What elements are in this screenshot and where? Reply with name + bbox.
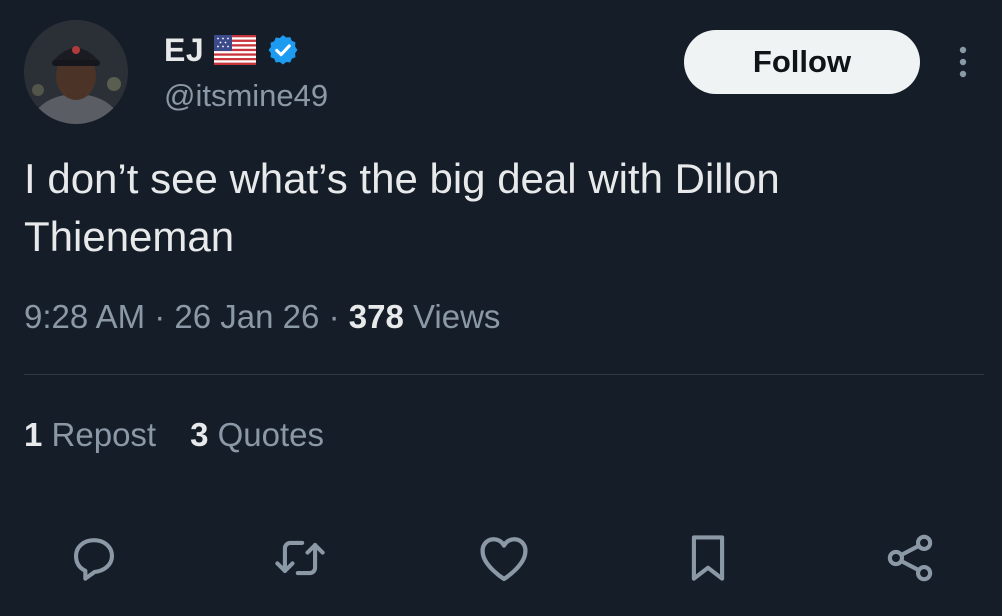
bookmark-icon[interactable]: [678, 528, 738, 588]
tweet-text-line: Thieneman: [24, 213, 235, 260]
more-vertical-icon[interactable]: [948, 42, 978, 82]
views-label: Views: [412, 298, 501, 335]
tweet-text: I don’t see what’s the big deal with Dil…: [24, 150, 974, 266]
display-name[interactable]: EJ: [164, 32, 204, 69]
verified-badge-icon[interactable]: [266, 33, 300, 67]
follow-button[interactable]: Follow: [684, 30, 920, 94]
tweet-text-line: I don’t see what’s the big deal with Dil…: [24, 155, 780, 202]
meta-separator: ·: [154, 298, 166, 335]
quotes-label: Quotes: [217, 416, 325, 453]
meta-separator: ·: [328, 298, 340, 335]
views-count: 378: [348, 298, 404, 335]
tweet-time[interactable]: 9:28 AM: [24, 298, 145, 335]
reposts-count: 1: [24, 416, 43, 453]
reposts-stat[interactable]: 1 Repost: [24, 416, 156, 454]
quotes-stat[interactable]: 3 Quotes: [190, 416, 324, 454]
reply-icon[interactable]: [64, 528, 124, 588]
action-bar: [0, 528, 1002, 588]
quotes-count: 3: [190, 416, 209, 453]
tweet-card: EJ @itsmine49 Follow I don’t see what’s …: [0, 0, 1002, 616]
author-name-row: EJ: [164, 30, 300, 70]
avatar[interactable]: [24, 20, 128, 124]
reposts-label: Repost: [51, 416, 157, 453]
divider: [24, 374, 984, 375]
tweet-date[interactable]: 26 Jan 26: [174, 298, 319, 335]
tweet-meta: 9:28 AM · 26 Jan 26 · 378 Views: [24, 298, 500, 336]
like-icon[interactable]: [474, 528, 534, 588]
author-handle[interactable]: @itsmine49: [164, 78, 328, 114]
retweet-icon[interactable]: [270, 528, 330, 588]
us-flag-icon: [214, 35, 257, 65]
tweet-stats: 1 Repost 3 Quotes: [24, 416, 324, 454]
share-icon[interactable]: [880, 528, 940, 588]
